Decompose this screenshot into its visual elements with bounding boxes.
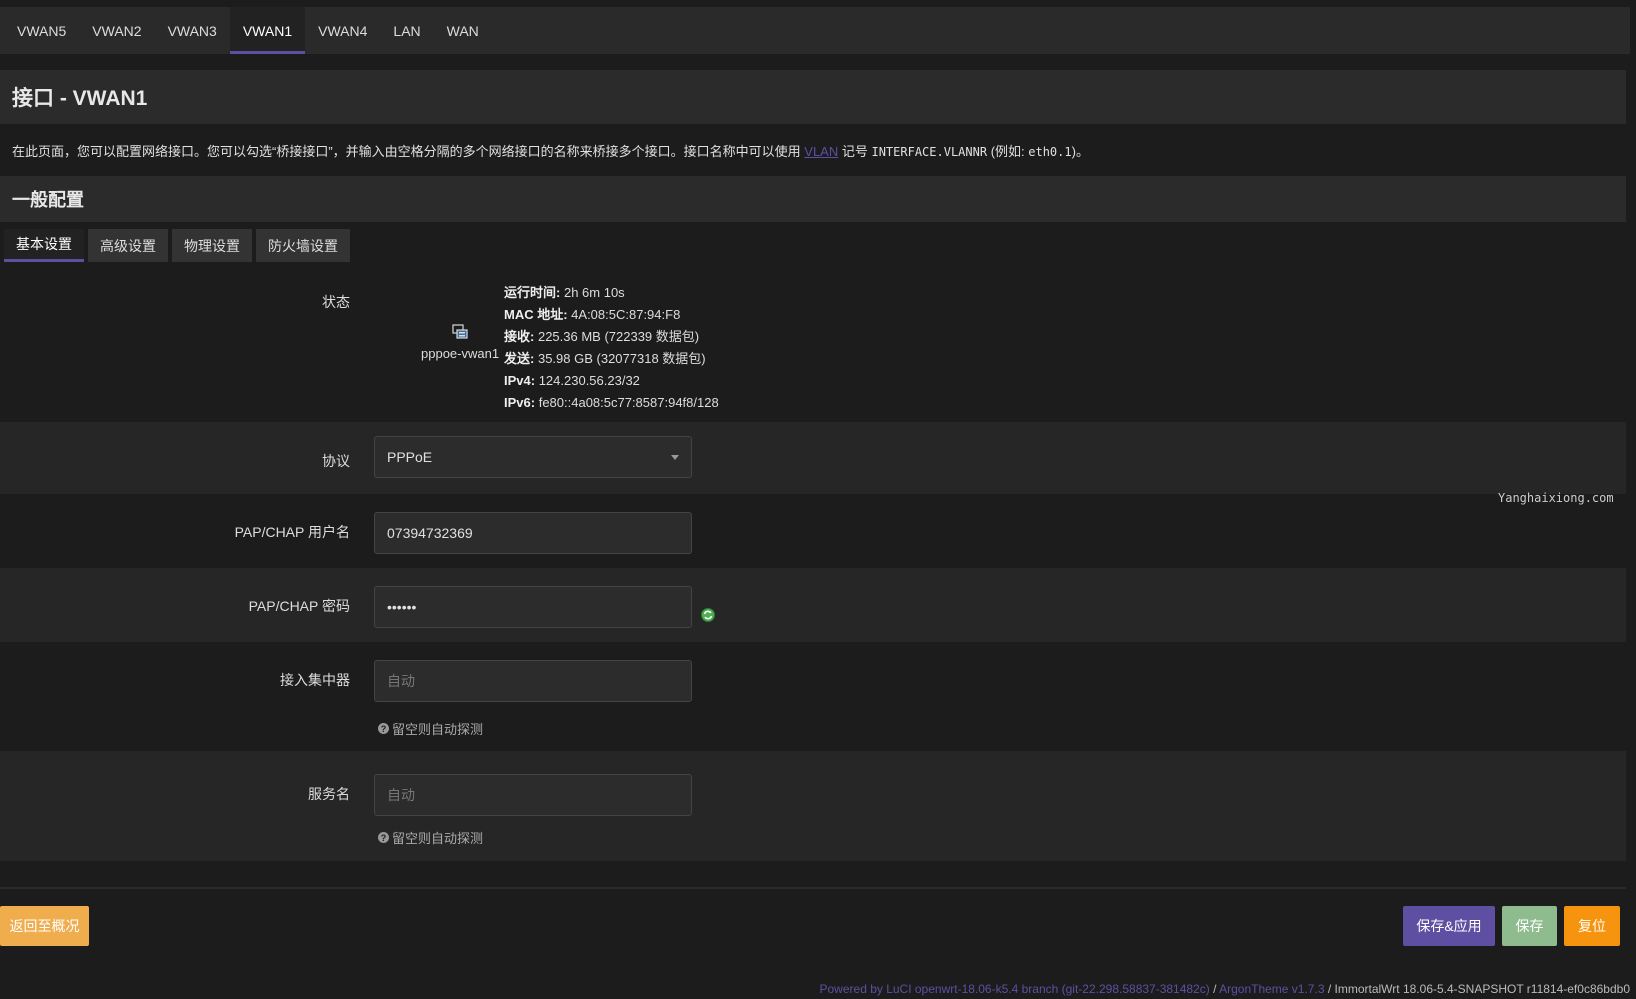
- protocol-label: 协议: [322, 453, 350, 469]
- service-row: 服务名 自动 ? 留空则自动探测: [0, 751, 1626, 861]
- concentrator-label: 接入集中器: [280, 672, 350, 688]
- mac-label: MAC 地址:: [504, 307, 568, 322]
- service-hint-text: 留空则自动探测: [392, 831, 484, 846]
- back-to-overview-button[interactable]: 返回至概况: [0, 906, 89, 946]
- status-row: 状态: [0, 270, 1626, 422]
- divider: [0, 887, 1626, 889]
- subtab-advanced[interactable]: 高级设置: [88, 229, 168, 262]
- description-code-vlannr: INTERFACE.VLANNR: [871, 145, 988, 159]
- tab-lan[interactable]: LAN: [380, 7, 433, 54]
- concentrator-row: 接入集中器 自动 ? 留空则自动探测: [0, 642, 1626, 751]
- subtab-basic[interactable]: 基本设置: [4, 229, 84, 262]
- concentrator-input[interactable]: 自动: [374, 660, 692, 702]
- rx-value: 225.36 MB (722339 数据包): [537, 329, 700, 344]
- page-header: 接口 - VWAN1: [0, 70, 1626, 124]
- service-label: 服务名: [308, 786, 350, 802]
- ipv4-label: IPv4:: [504, 373, 536, 388]
- vlan-link[interactable]: VLAN: [804, 144, 838, 159]
- luci-link[interactable]: Powered by LuCI openwrt-18.06-k5.4 branc…: [820, 982, 1210, 996]
- tab-vwan1[interactable]: VWAN1: [229, 7, 306, 54]
- description-text-paren: (例如:: [987, 144, 1029, 159]
- description-code-example: eth0.1: [1028, 145, 1072, 159]
- subtab-physical[interactable]: 物理设置: [172, 229, 252, 262]
- service-input[interactable]: 自动: [374, 774, 692, 816]
- tab-vwan2[interactable]: VWAN2: [79, 7, 154, 54]
- interface-tabs: VWAN5 VWAN2 VWAN3 VWAN1 VWAN4 LAN WAN: [0, 7, 1630, 54]
- save-button[interactable]: 保存: [1502, 906, 1557, 946]
- config-subtabs: 基本设置 高级设置 物理设置 防火墙设置: [4, 229, 350, 262]
- tx-value: 35.98 GB (32077318 数据包): [537, 351, 706, 366]
- ipv4-value: 124.230.56.23/32: [538, 373, 640, 388]
- protocol-row: 协议 PPPoE: [0, 422, 1626, 494]
- password-row: PAP/CHAP 密码 ••••••: [0, 568, 1626, 642]
- reveal-password-icon[interactable]: [700, 607, 716, 623]
- interface-badge: pppoe-vwan1: [421, 324, 499, 361]
- status-details: 运行时间: 2h 6m 10s MAC 地址: 4A:08:5C:87:94:F…: [504, 282, 719, 414]
- username-label: PAP/CHAP 用户名: [234, 524, 350, 540]
- username-input[interactable]: 07394732369: [374, 512, 692, 554]
- service-hint: ? 留空则自动探测: [378, 828, 483, 847]
- help-icon: ?: [378, 832, 389, 843]
- password-label: PAP/CHAP 密码: [248, 598, 350, 614]
- reset-button[interactable]: 复位: [1564, 906, 1620, 946]
- ipv6-value: fe80::4a08:5c77:8587:94f8/128: [538, 395, 719, 410]
- rx-label: 接收:: [504, 329, 535, 344]
- help-icon: ?: [378, 723, 389, 734]
- section-header: 一般配置: [0, 176, 1626, 222]
- save-apply-button[interactable]: 保存&应用: [1403, 906, 1495, 946]
- page-title: 接口 - VWAN1: [12, 87, 148, 110]
- ipv6-line: IPv6: fe80::4a08:5c77:8587:94f8/128: [504, 392, 719, 414]
- uptime-line: 运行时间: 2h 6m 10s: [504, 282, 719, 304]
- ipv4-line: IPv4: 124.230.56.23/32: [504, 370, 719, 392]
- section-title: 一般配置: [12, 190, 84, 210]
- uptime-label: 运行时间:: [504, 285, 561, 300]
- firmware-version: ImmortalWrt 18.06-5.4-SNAPSHOT r11814-ef…: [1334, 982, 1630, 996]
- footer-sep-1: /: [1209, 982, 1220, 996]
- protocol-select[interactable]: PPPoE: [374, 436, 692, 478]
- description-text-middle: 记号: [838, 144, 872, 159]
- rx-line: 接收: 225.36 MB (722339 数据包): [504, 326, 719, 348]
- concentrator-hint: ? 留空则自动探测: [378, 719, 483, 738]
- protocol-value: PPPoE: [387, 449, 433, 465]
- tx-line: 发送: 35.98 GB (32077318 数据包): [504, 348, 719, 370]
- tab-wan[interactable]: WAN: [434, 7, 492, 54]
- description-text: 在此页面，您可以配置网络接口。您可以勾选“桥接接口”，并输入由空格分隔的多个网络…: [12, 144, 805, 159]
- username-row: PAP/CHAP 用户名 07394732369: [0, 494, 1626, 568]
- tab-vwan4[interactable]: VWAN4: [305, 7, 380, 54]
- mac-value: 4A:08:5C:87:94:F8: [571, 307, 681, 322]
- page-description: 在此页面，您可以配置网络接口。您可以勾选“桥接接口”，并输入由空格分隔的多个网络…: [12, 141, 1089, 160]
- description-text-end: )。: [1071, 144, 1089, 159]
- network-interface-icon: [452, 324, 468, 339]
- theme-link[interactable]: ArgonTheme v1.7.3: [1219, 982, 1324, 996]
- concentrator-hint-text: 留空则自动探测: [392, 722, 484, 737]
- tx-label: 发送:: [504, 351, 535, 366]
- subtab-firewall[interactable]: 防火墙设置: [256, 229, 350, 262]
- ipv6-label: IPv6:: [504, 395, 536, 410]
- interface-name: pppoe-vwan1: [421, 346, 500, 361]
- password-input[interactable]: ••••••: [374, 586, 692, 628]
- status-label: 状态: [322, 294, 350, 310]
- mac-line: MAC 地址: 4A:08:5C:87:94:F8: [504, 304, 719, 326]
- tab-vwan5[interactable]: VWAN5: [4, 7, 79, 54]
- uptime-value: 2h 6m 10s: [563, 285, 625, 300]
- tab-vwan3[interactable]: VWAN3: [155, 7, 230, 54]
- watermark: Yanghaixiong.com: [1498, 491, 1614, 505]
- chevron-down-icon: [671, 455, 679, 460]
- footer: Powered by LuCI openwrt-18.06-k5.4 branc…: [820, 982, 1631, 996]
- footer-sep-2: /: [1324, 982, 1335, 996]
